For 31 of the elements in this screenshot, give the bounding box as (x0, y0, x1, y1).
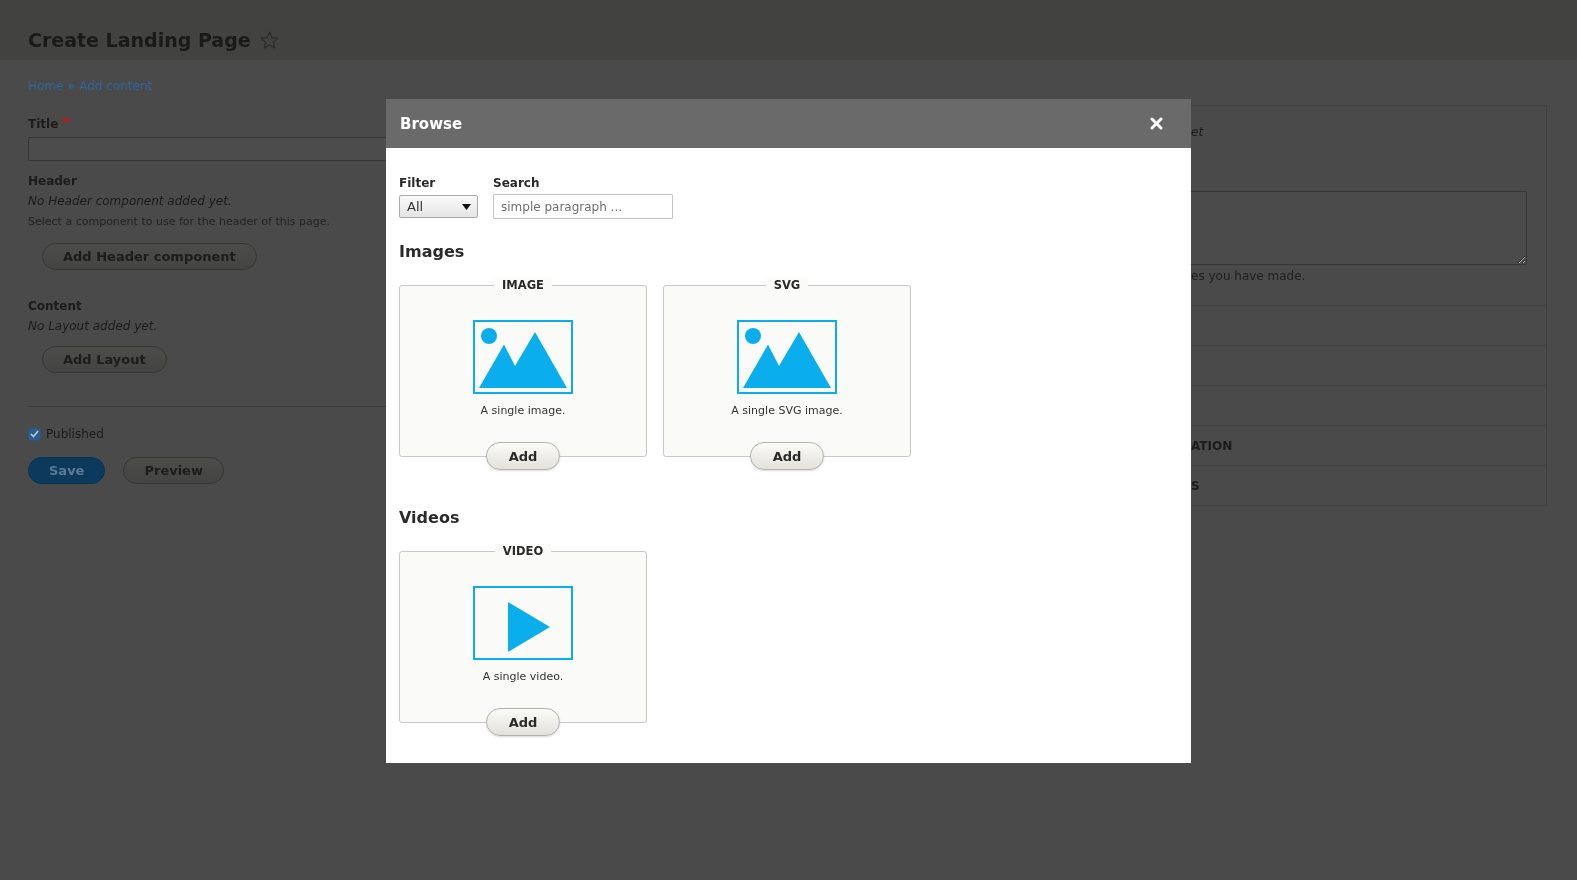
search-label: Search (493, 176, 541, 190)
breadcrumb-link[interactable]: Home (28, 78, 64, 94)
card-description: A single image. (480, 404, 566, 418)
play-icon (473, 586, 573, 660)
breadcrumb-separator: » (67, 78, 76, 94)
image-icon (737, 320, 837, 394)
star-icon[interactable] (259, 31, 279, 49)
dialog-title: Browse (400, 113, 463, 134)
search-field[interactable]: simple paragraph ... (493, 194, 673, 219)
add-button[interactable]: Add (749, 442, 825, 470)
title-field[interactable] (28, 137, 386, 161)
card-title: SVG (765, 278, 809, 292)
caret-icon (462, 203, 471, 210)
card-description: A single video. (482, 670, 564, 684)
checkbox[interactable] (28, 427, 41, 441)
card-title: VIDEO (494, 544, 552, 558)
required-mark: * (62, 117, 71, 130)
group-heading: Videos (399, 508, 460, 528)
save-button[interactable]: Save (28, 457, 106, 484)
textarea-field[interactable] (1191, 191, 1527, 265)
close-icon (1150, 117, 1163, 130)
card-title: IMAGE (494, 278, 552, 292)
image-icon (473, 320, 573, 394)
add-button[interactable]: Add (485, 708, 561, 736)
filter-label: Filter (399, 176, 437, 190)
filter-select[interactable]: All (399, 195, 478, 218)
group-heading: Images (399, 242, 465, 262)
card-description: A single SVG image. (731, 404, 843, 418)
breadcrumb-link[interactable]: Add content (79, 78, 153, 94)
close-button[interactable] (1150, 117, 1163, 130)
add-button[interactable]: Add (485, 442, 561, 470)
